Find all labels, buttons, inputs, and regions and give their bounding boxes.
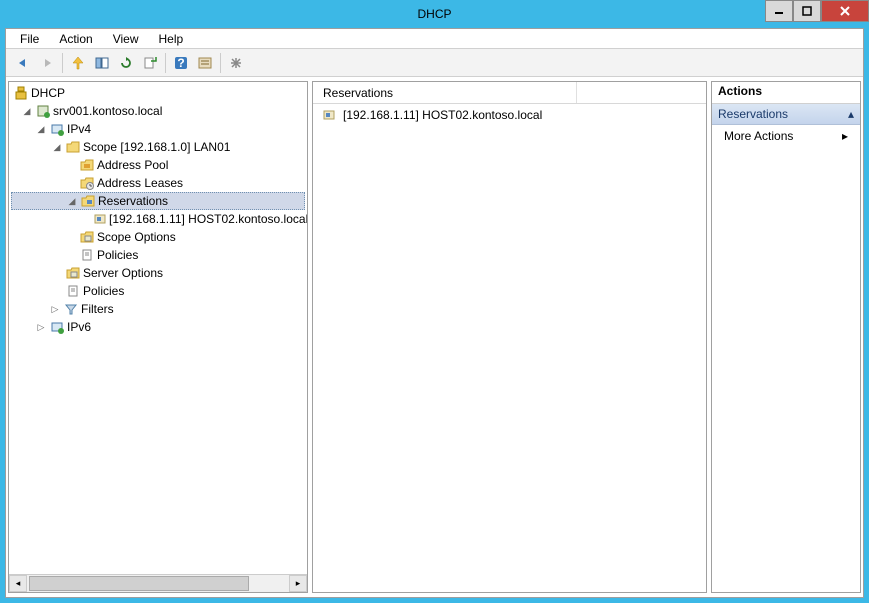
reservation-item-icon (93, 211, 107, 227)
tree-label: Address Leases (97, 176, 183, 190)
folder-icon (65, 139, 81, 155)
tree-root[interactable]: DHCP (11, 84, 305, 102)
show-hide-tree-button[interactable] (91, 52, 113, 74)
list-panel: Reservations [192.168.1.11] HOST02.konto… (312, 81, 707, 593)
policies-icon (79, 247, 95, 263)
menu-file[interactable]: File (12, 30, 47, 48)
collapse-icon[interactable]: ▴ (848, 107, 854, 121)
tree-label: IPv4 (67, 122, 91, 136)
tree-reservation-item[interactable]: [192.168.1.11] HOST02.kontoso.local (11, 210, 305, 228)
menu-action[interactable]: Action (51, 30, 100, 48)
window-title: DHCP (417, 7, 451, 21)
export-button[interactable] (139, 52, 161, 74)
list-header[interactable]: Reservations (313, 82, 706, 104)
scroll-right-button[interactable]: ▸ (289, 575, 307, 592)
tree-panel: DHCP ◢ srv001.kontoso.local ◢ IPv4 ◢ Sco… (8, 81, 308, 593)
server-options-icon (65, 265, 81, 281)
tree-policies[interactable]: Policies (11, 246, 305, 264)
reservation-item-icon (321, 107, 337, 123)
ipv4-icon (49, 121, 65, 137)
expand-icon[interactable]: ▷ (35, 321, 47, 333)
tree-address-leases[interactable]: Address Leases (11, 174, 305, 192)
menu-view[interactable]: View (105, 30, 147, 48)
collapse-icon[interactable]: ◢ (21, 105, 33, 117)
expand-icon[interactable]: ▷ (49, 303, 61, 315)
scope-options-icon (79, 229, 95, 245)
tree-scope[interactable]: ◢ Scope [192.168.1.0] LAN01 (11, 138, 305, 156)
policies-icon (65, 283, 81, 299)
window-buttons (765, 0, 869, 22)
reservations-icon (80, 193, 96, 209)
collapse-icon[interactable]: ◢ (66, 195, 78, 207)
toolbar-separator (220, 53, 221, 73)
column-header[interactable]: Reservations (317, 82, 577, 103)
actions-more-label: More Actions (724, 129, 793, 143)
dhcp-icon (13, 85, 29, 101)
chevron-right-icon: ▸ (842, 129, 848, 143)
tree-label: srv001.kontoso.local (53, 104, 162, 118)
tree-scope-options[interactable]: Scope Options (11, 228, 305, 246)
tree-ipv6[interactable]: ▷ IPv6 (11, 318, 305, 336)
tree-server-policies[interactable]: Policies (11, 282, 305, 300)
tree-ipv4[interactable]: ◢ IPv4 (11, 120, 305, 138)
tree-address-pool[interactable]: Address Pool (11, 156, 305, 174)
scope-tree[interactable]: DHCP ◢ srv001.kontoso.local ◢ IPv4 ◢ Sco… (9, 82, 307, 574)
scroll-track[interactable] (27, 575, 289, 592)
tree-label: Reservations (98, 194, 168, 208)
tree-label: Policies (97, 248, 138, 262)
minimize-button[interactable] (765, 0, 793, 22)
horizontal-scrollbar[interactable]: ◂ ▸ (9, 574, 307, 592)
window-body: File Action View Help ? DHCP ◢ (5, 28, 864, 598)
actions-header: Actions (712, 82, 860, 104)
maximize-button[interactable] (793, 0, 821, 22)
forward-button[interactable] (36, 52, 58, 74)
server-icon (35, 103, 51, 119)
tree-reservations[interactable]: ◢ Reservations (11, 192, 305, 210)
new-item-button[interactable] (225, 52, 247, 74)
close-button[interactable] (821, 0, 869, 22)
actions-section[interactable]: Reservations ▴ (712, 104, 860, 125)
toolbar-separator (165, 53, 166, 73)
filters-icon (63, 301, 79, 317)
main-area: DHCP ◢ srv001.kontoso.local ◢ IPv4 ◢ Sco… (6, 77, 863, 597)
tree-label: DHCP (31, 86, 65, 100)
tree-server[interactable]: ◢ srv001.kontoso.local (11, 102, 305, 120)
help-button[interactable]: ? (170, 52, 192, 74)
toolbar: ? (6, 49, 863, 77)
refresh-button[interactable] (115, 52, 137, 74)
list-item[interactable]: [192.168.1.11] HOST02.kontoso.local (315, 106, 704, 124)
list-item-label: [192.168.1.11] HOST02.kontoso.local (343, 108, 542, 122)
tree-server-options[interactable]: Server Options (11, 264, 305, 282)
toolbar-separator (62, 53, 63, 73)
scroll-left-button[interactable]: ◂ (9, 575, 27, 592)
actions-more[interactable]: More Actions ▸ (712, 125, 860, 147)
tree-label: IPv6 (67, 320, 91, 334)
scroll-thumb[interactable] (29, 576, 249, 591)
ipv6-icon (49, 319, 65, 335)
svg-text:?: ? (177, 56, 184, 70)
collapse-icon[interactable]: ◢ (51, 141, 63, 153)
actions-section-label: Reservations (718, 107, 788, 121)
up-button[interactable] (67, 52, 89, 74)
tree-label: Filters (81, 302, 114, 316)
tree-label: Policies (83, 284, 124, 298)
properties-button[interactable] (194, 52, 216, 74)
menubar: File Action View Help (6, 29, 863, 49)
tree-label: [192.168.1.11] HOST02.kontoso.local (109, 212, 307, 226)
collapse-icon[interactable]: ◢ (35, 123, 47, 135)
tree-label: Scope Options (97, 230, 176, 244)
tree-filters[interactable]: ▷ Filters (11, 300, 305, 318)
menu-help[interactable]: Help (151, 30, 192, 48)
tree-label: Address Pool (97, 158, 168, 172)
back-button[interactable] (12, 52, 34, 74)
address-leases-icon (79, 175, 95, 191)
actions-panel: Actions Reservations ▴ More Actions ▸ (711, 81, 861, 593)
titlebar: DHCP (0, 0, 869, 28)
list-body: [192.168.1.11] HOST02.kontoso.local (313, 104, 706, 126)
tree-label: Scope [192.168.1.0] LAN01 (83, 140, 230, 154)
tree-label: Server Options (83, 266, 163, 280)
address-pool-icon (79, 157, 95, 173)
